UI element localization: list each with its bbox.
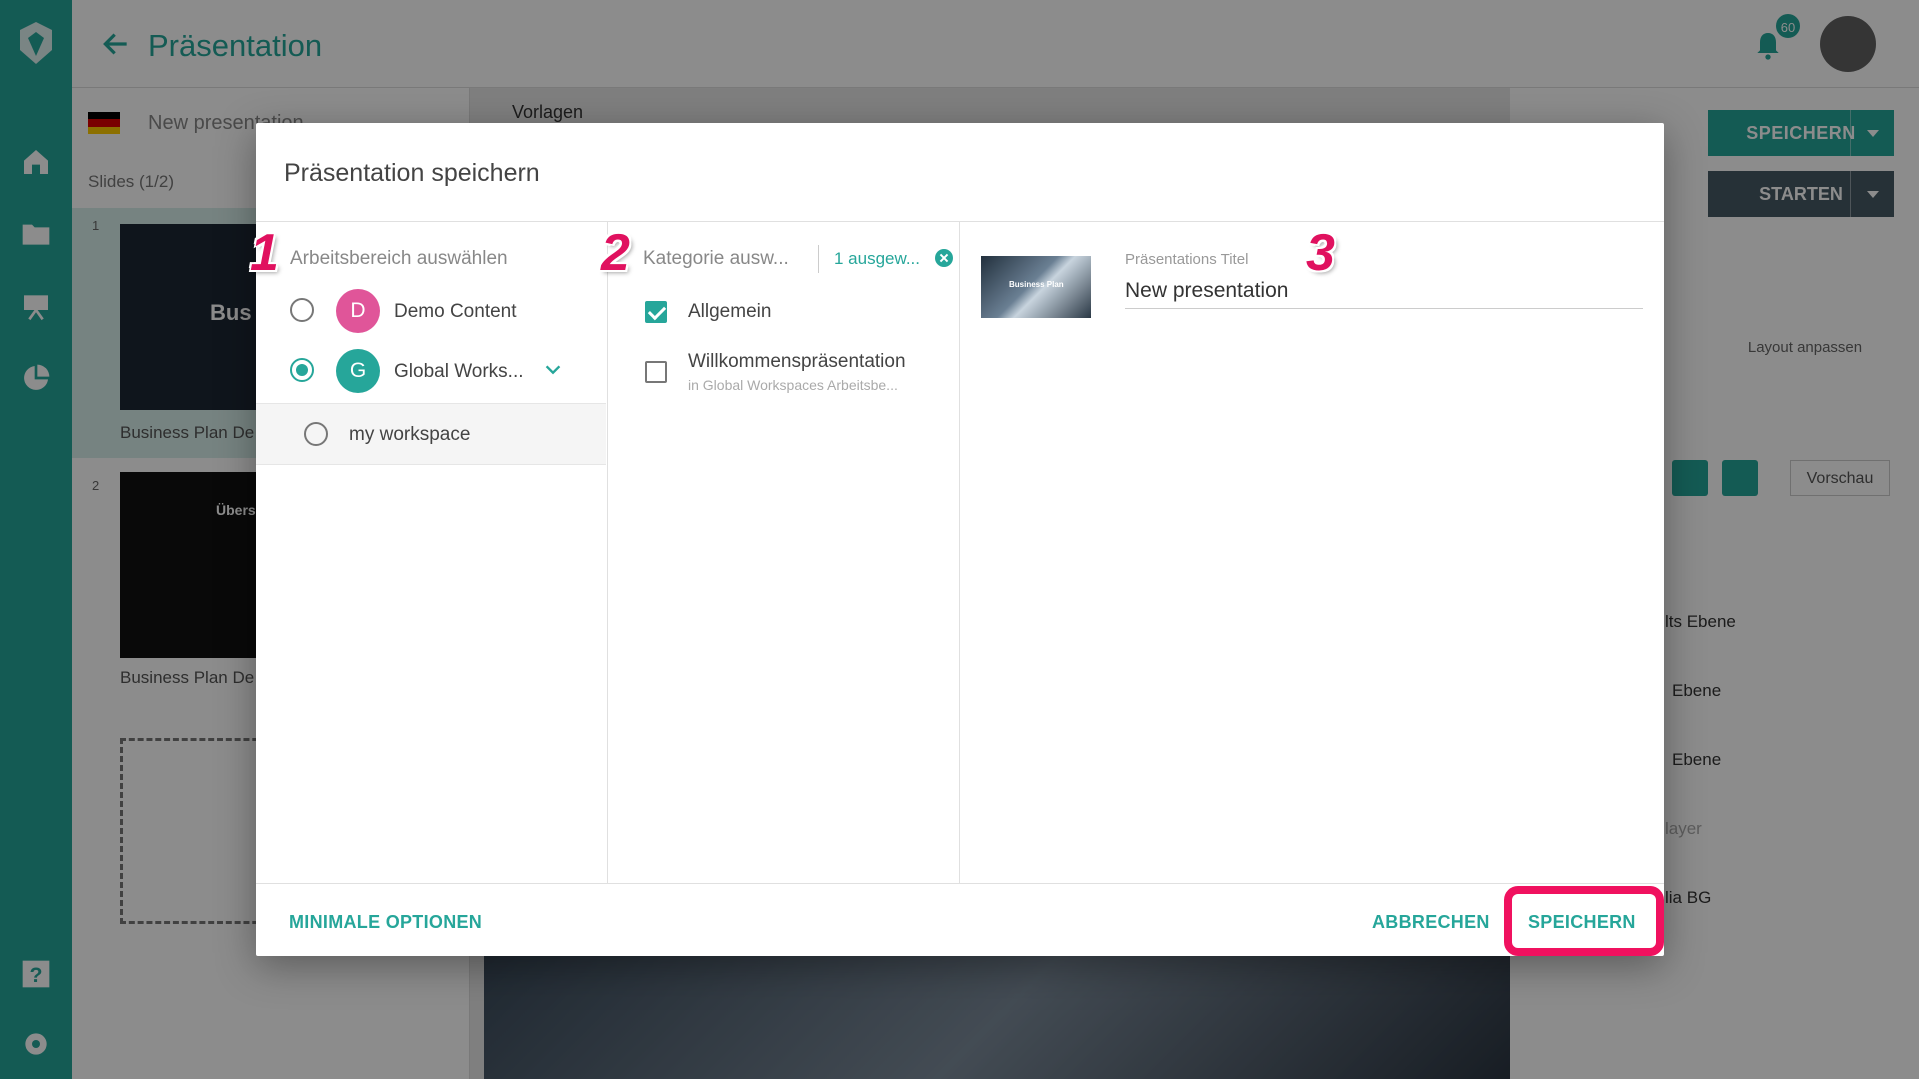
category-name: Willkommenspräsentation [688,351,906,372]
clear-selection-icon[interactable] [935,249,953,267]
category-name: Allgemein [688,301,772,322]
workspace-avatar: G [336,349,380,393]
chevron-down-icon[interactable] [542,359,564,381]
workspace-name: Demo Content [394,301,517,322]
checkbox[interactable] [645,361,667,383]
minimal-options-button[interactable]: MINIMALE OPTIONEN [289,912,482,933]
radio-button[interactable] [304,422,328,446]
checkbox[interactable] [645,301,667,323]
workspace-name: Global Works... [394,361,524,382]
step-number-1: 1 [250,224,279,282]
title-field-label: Präsentations Titel [1125,251,1249,268]
category-sub: in Global Workspaces Arbeitsbe... [688,377,898,393]
divider [818,245,819,273]
workspace-heading: Arbeitsbereich auswählen [290,248,508,269]
presentation-title-input[interactable] [1125,273,1643,309]
divider [607,222,608,883]
divider [256,883,1664,884]
save-presentation-dialog: Präsentation speichern 1 Arbeitsbereich … [250,123,1664,956]
workspace-avatar: D [336,289,380,333]
radio-button[interactable] [290,358,314,382]
workspace-name: my workspace [349,424,471,445]
presentation-thumbnail: Business Plan [981,256,1091,318]
dialog-title: Präsentation speichern [284,159,540,187]
step-number-2: 2 [601,224,630,282]
divider [959,222,960,883]
category-heading: Kategorie ausw... [643,248,789,269]
workspace-option-my-workspace[interactable]: my workspace [256,403,606,465]
thumbnail-text: Business Plan [1009,280,1064,289]
save-highlight-frame [1504,886,1664,956]
cancel-button[interactable]: ABBRECHEN [1372,912,1490,933]
radio-button[interactable] [290,298,314,322]
divider [256,221,1664,222]
selected-count[interactable]: 1 ausgew... [834,249,920,269]
